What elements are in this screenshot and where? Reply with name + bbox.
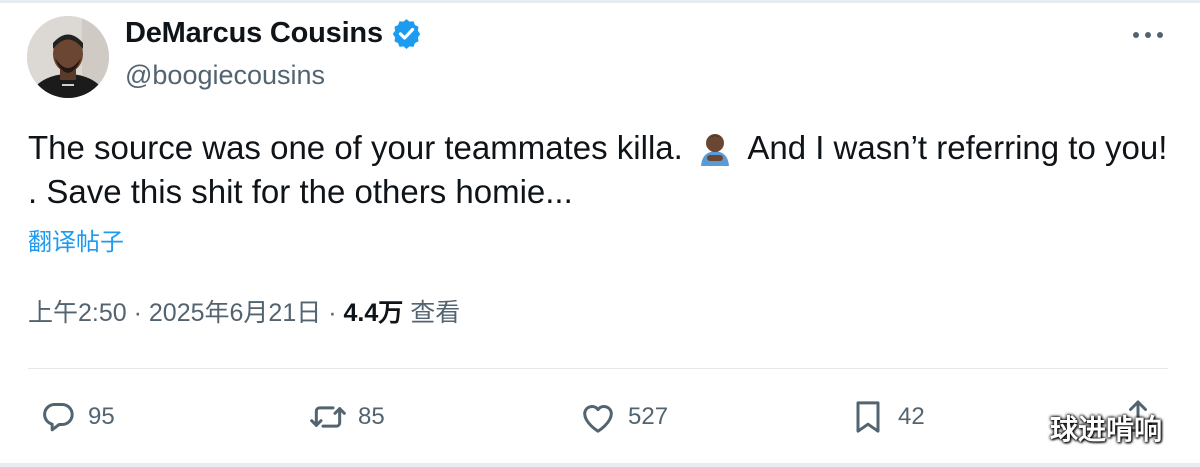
divider	[28, 368, 1168, 369]
display-name[interactable]: DeMarcus Cousins	[125, 16, 383, 50]
watermark: 球进啃响	[1050, 414, 1163, 445]
author-name-row[interactable]: DeMarcus Cousins	[125, 16, 423, 50]
reply-count: 95	[88, 403, 115, 430]
retweet-count: 85	[358, 403, 385, 430]
tweet-text: The source was one of your teammates kil…	[28, 126, 1178, 214]
meta-separator: ·	[133, 299, 142, 327]
like-button[interactable]: 527	[578, 396, 668, 438]
retweet-button[interactable]: 85	[308, 396, 385, 438]
reply-button[interactable]: 95	[38, 396, 115, 438]
man-bowing-emoji-icon	[700, 134, 729, 166]
avatar-image	[27, 16, 109, 98]
views-label: 查看	[410, 299, 461, 327]
retweet-icon	[310, 406, 346, 428]
bottom-border	[0, 463, 1200, 467]
verified-badge-icon	[392, 18, 421, 49]
tweet-time[interactable]: 上午2:50	[28, 299, 127, 327]
meta-separator: ·	[328, 299, 337, 327]
bookmark-icon	[856, 401, 880, 433]
reply-icon	[43, 403, 74, 432]
top-border	[0, 0, 1200, 3]
user-handle[interactable]: @boogiecousins	[125, 58, 325, 92]
tweet-text-part1: The source was one of your teammates kil…	[28, 129, 683, 166]
bookmark-count: 42	[898, 403, 925, 430]
views-count: 4.4万	[343, 299, 404, 327]
bookmark-button[interactable]: 42	[848, 396, 925, 438]
translate-post-link[interactable]: 翻译帖子	[28, 228, 124, 258]
tweet-date[interactable]: 2025年6月21日	[149, 299, 321, 327]
avatar[interactable]	[27, 16, 109, 98]
more-options-icon[interactable]	[1130, 28, 1166, 42]
heart-icon	[583, 405, 613, 433]
like-count: 527	[628, 403, 669, 430]
tweet-meta: 上午2:50 · 2025年6月21日 · 4.4万 查看	[28, 296, 460, 330]
